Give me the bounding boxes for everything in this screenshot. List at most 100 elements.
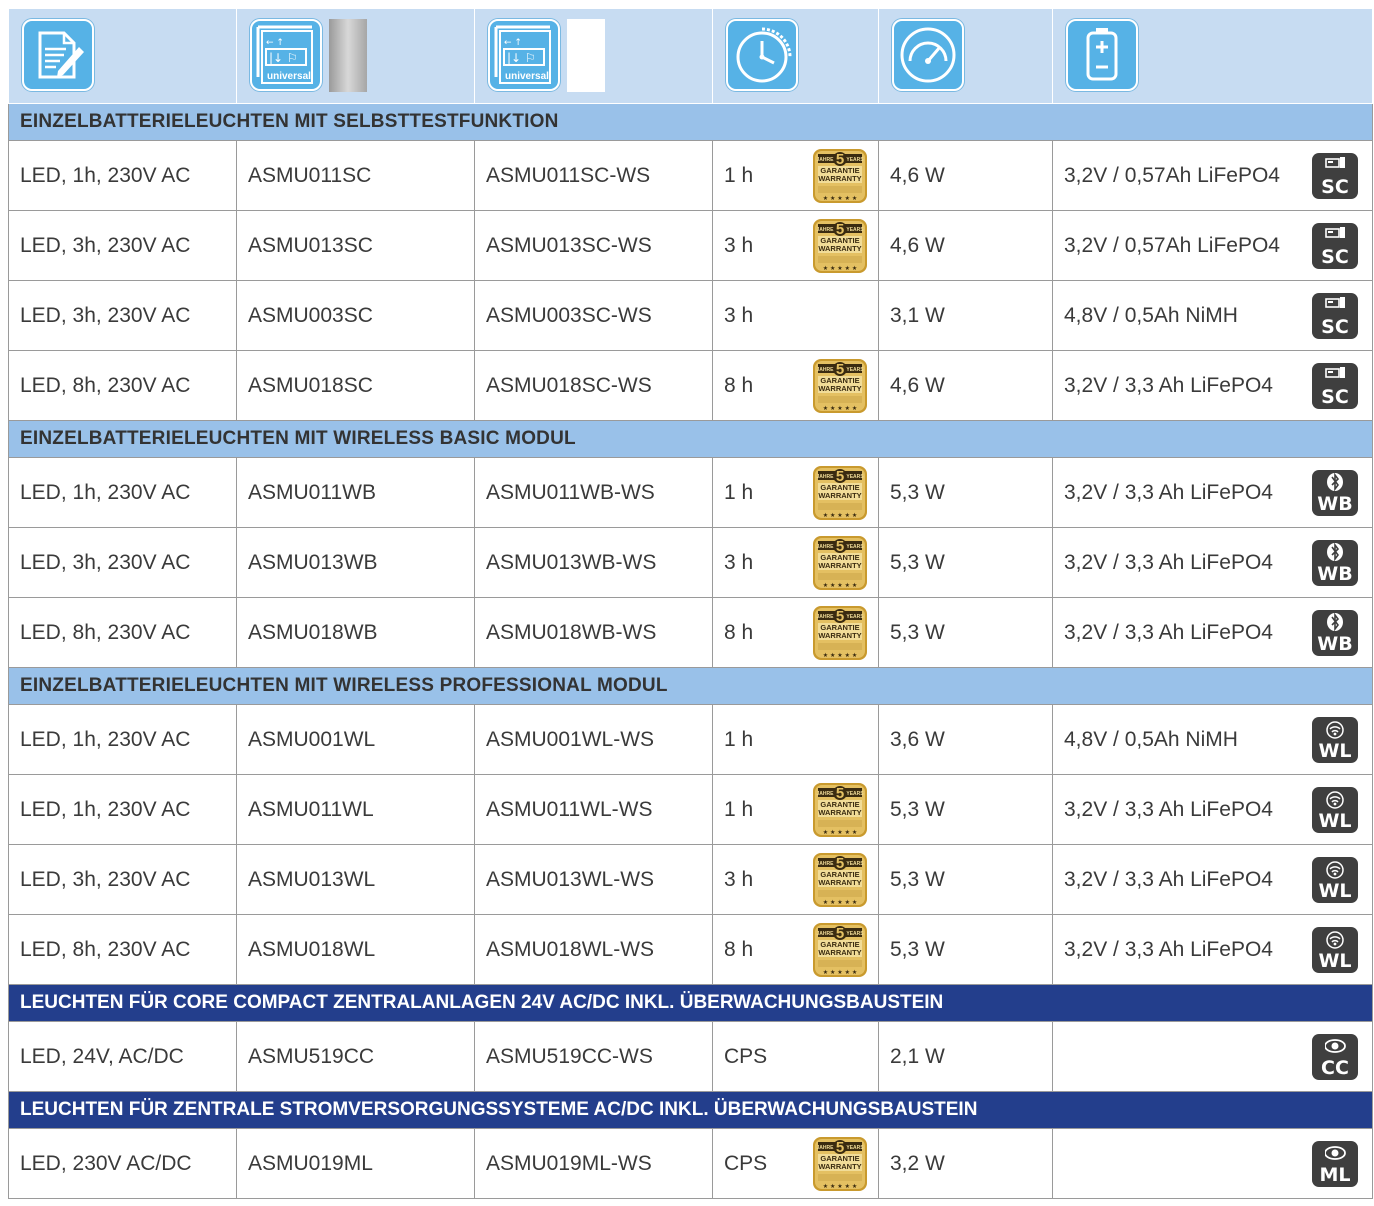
warranty-5-years-badge: JAHRE 5 YEARSGARANTIEWARRANTY★ ★ ★ ★ ★ — [813, 535, 867, 590]
cell-description: LED, 8h, 230V AC — [8, 350, 237, 421]
warranty-jahre-label: JAHRE — [817, 861, 835, 867]
mark-wl-icon: WL — [1312, 926, 1358, 973]
section-header: EINZELBATTERIELEUCHTEN MIT WIRELESS PROF… — [8, 667, 1373, 705]
warranty-years-label: YEARS — [846, 367, 864, 373]
warranty-5-years-badge: JAHRE 5 YEARSGARANTIEWARRANTY★ ★ ★ ★ ★ — [813, 852, 867, 907]
warranty-warranty-label: WARRANTY — [818, 631, 861, 640]
warranty-stars-icon: ★ ★ ★ ★ ★ — [823, 829, 858, 836]
cell-description: LED, 3h, 230V AC — [8, 844, 237, 915]
header-cell-description — [8, 8, 237, 104]
cell-battery: 4,8V / 0,5Ah NiMH WL — [1052, 704, 1373, 775]
section-title: EINZELBATTERIELEUCHTEN MIT WIRELESS BASI… — [8, 420, 1373, 458]
table-row: LED, 8h, 230V AC ASMU018WL ASMU018WL-WS 8 h… — [8, 914, 1373, 985]
mark-wb-icon: WB — [1312, 469, 1358, 516]
section-title: LEUCHTEN FÜR CORE COMPACT ZENTRALANLAGEN… — [8, 984, 1373, 1022]
cell-description: LED, 8h, 230V AC — [8, 914, 237, 985]
mark-label: SC — [1321, 315, 1349, 338]
battery-value: 3,2V / 3,3 Ah LiFePO4 — [1064, 867, 1273, 891]
cell-battery: 3,2V / 3,3 Ah LiFePO4 WL — [1052, 914, 1373, 985]
cell-description: LED, 230V AC/DC — [8, 1128, 237, 1199]
cell-battery: 3,2V / 3,3 Ah LiFePO4 WB — [1052, 597, 1373, 668]
warranty-jahre-label: JAHRE — [817, 614, 835, 620]
cell-article-number-white: ASMU013WB-WS — [474, 527, 713, 598]
duration-value: 1 h — [724, 480, 754, 504]
cell-article-number: ASMU001WL — [236, 704, 475, 775]
mark-label: CC — [1321, 1056, 1349, 1079]
mark-label: WL — [1318, 809, 1352, 832]
mark-wl-icon: WL — [1312, 716, 1358, 763]
svg-text:|↓ ⚐: |↓ ⚐ — [269, 51, 298, 65]
mark-label: WB — [1317, 562, 1353, 585]
cell-battery: 3,2V / 3,3 Ah LiFePO4 SC — [1052, 350, 1373, 421]
cell-article-number: ASMU013SC — [236, 210, 475, 281]
cell-battery: 3,2V / 3,3 Ah LiFePO4 WL — [1052, 774, 1373, 845]
duration-value: 8 h — [724, 620, 754, 644]
mark-wl-icon: WL — [1312, 786, 1358, 833]
section-header: LEUCHTEN FÜR CORE COMPACT ZENTRALANLAGEN… — [8, 984, 1373, 1022]
exit-sign-universal-icon: ← ↑ |↓ ⚐ universal — [250, 19, 322, 91]
warranty-5-years-badge: JAHRE 5 YEARSGARANTIEWARRANTY★ ★ ★ ★ ★ — [813, 1136, 867, 1191]
table-row: LED, 3h, 230V AC ASMU013SC ASMU013SC-WS 3 h… — [8, 210, 1373, 281]
duration-value: CPS — [724, 1151, 768, 1175]
warranty-stars-icon: ★ ★ ★ ★ ★ — [823, 265, 858, 272]
warranty-years-label: YEARS — [846, 544, 864, 550]
mark-sc-icon: SC — [1312, 362, 1358, 409]
mark-wb-icon: WB — [1312, 539, 1358, 586]
cell-article-number: ASMU003SC — [236, 280, 475, 351]
table-row: LED, 1h, 230V AC ASMU011WL ASMU011WL-WS 1 h… — [8, 774, 1373, 845]
mark-wb-icon: WB — [1312, 609, 1358, 656]
header-row: ← ↑ |↓ ⚐ universal ← ↑ |↓ ⚐ universal — [8, 8, 1373, 104]
warranty-years-label: YEARS — [846, 474, 864, 480]
battery-value: 3,2V / 3,3 Ah LiFePO4 — [1064, 620, 1273, 644]
mark-wl-icon: WL — [1312, 856, 1358, 903]
section-title: EINZELBATTERIELEUCHTEN MIT WIRELESS PROF… — [8, 667, 1373, 705]
cell-duration: CPS JAHRE 5 YEARS GARANTIE WARRANTY ★ ★ ★ ★ ★ — [712, 1128, 879, 1199]
battery-value: 3,2V / 3,3 Ah LiFePO4 — [1064, 937, 1273, 961]
cell-duration: 1 h JAHRE 5 YEARS GARANTIE WARRANTY ★ ★ ★ ★ ★ — [712, 774, 879, 845]
section-title: LEUCHTEN FÜR ZENTRALE STROMVERSORGUNGSSY… — [8, 1091, 1373, 1129]
cell-article-number: ASMU019ML — [236, 1128, 475, 1199]
cell-description: LED, 1h, 230V AC — [8, 774, 237, 845]
duration-value: 1 h — [724, 727, 754, 751]
cell-article-number: ASMU013WB — [236, 527, 475, 598]
cell-description: LED, 1h, 230V AC — [8, 457, 237, 528]
warranty-5-years-badge: JAHRE 5 YEARSGARANTIEWARRANTY★ ★ ★ ★ ★ — [813, 358, 867, 413]
duration-value: 3 h — [724, 303, 754, 327]
warranty-years-label: YEARS — [846, 1145, 864, 1151]
mark-label: WL — [1318, 879, 1352, 902]
cell-description: LED, 3h, 230V AC — [8, 280, 237, 351]
header-cell-power — [878, 8, 1053, 104]
table-row: LED, 3h, 230V AC ASMU013WB ASMU013WB-WS 3 h… — [8, 527, 1373, 598]
duration-value: 3 h — [724, 233, 754, 257]
warranty-stars-icon: ★ ★ ★ ★ ★ — [823, 195, 858, 202]
cell-power: 3,6 W — [878, 704, 1053, 775]
cell-description: LED, 3h, 230V AC — [8, 210, 237, 281]
warranty-warranty-label: WARRANTY — [818, 561, 861, 570]
warranty-years-label: YEARS — [846, 614, 864, 620]
cell-article-number: ASMU013WL — [236, 844, 475, 915]
mark-label: SC — [1321, 385, 1349, 408]
mark-label: SC — [1321, 175, 1349, 198]
mark-sc-icon: SC — [1312, 222, 1358, 269]
cell-duration: 8 h JAHRE 5 YEARS GARANTIE WARRANTY ★ ★ ★ ★ ★ — [712, 914, 879, 985]
cell-power: 5,3 W — [878, 914, 1053, 985]
mark-label: ML — [1319, 1163, 1351, 1186]
table-row: LED, 1h, 230V AC ASMU011WB ASMU011WB-WS 1 h… — [8, 457, 1373, 528]
battery-value: 3,2V / 3,3 Ah LiFePO4 — [1064, 797, 1273, 821]
cell-duration: 3 h JAHRE 5 YEARS GARANTIE WARRANTY ★ ★ ★ ★ ★ — [712, 210, 879, 281]
cell-battery: 3,2V / 0,57Ah LiFePO4 SC — [1052, 210, 1373, 281]
section-header: EINZELBATTERIELEUCHTEN MIT SELBSTTESTFUN… — [8, 103, 1373, 141]
cell-battery: 4,8V / 0,5Ah NiMH SC — [1052, 280, 1373, 351]
warranty-stars-icon: ★ ★ ★ ★ ★ — [823, 1183, 858, 1190]
mark-label: WL — [1318, 739, 1352, 762]
cell-description: LED, 24V, AC/DC — [8, 1021, 237, 1092]
header-cell-article-silver: ← ↑ |↓ ⚐ universal — [236, 8, 475, 104]
svg-text:← ↑: ← ↑ — [504, 38, 522, 48]
cell-duration: 8 h JAHRE 5 YEARS GARANTIE WARRANTY ★ ★ ★ ★ ★ — [712, 597, 879, 668]
warranty-5-years-badge: JAHRE 5 YEARSGARANTIEWARRANTY★ ★ ★ ★ ★ — [813, 148, 867, 203]
document-edit-icon — [22, 19, 94, 91]
warranty-warranty-label: WARRANTY — [818, 244, 861, 253]
duration-value: CPS — [724, 1044, 768, 1068]
table-row: LED, 24V, AC/DC ASMU519CC ASMU519CC-WS CPS 2… — [8, 1021, 1373, 1092]
warranty-5-years-badge: JAHRE 5 YEARSGARANTIEWARRANTY★ ★ ★ ★ ★ — [813, 782, 867, 837]
